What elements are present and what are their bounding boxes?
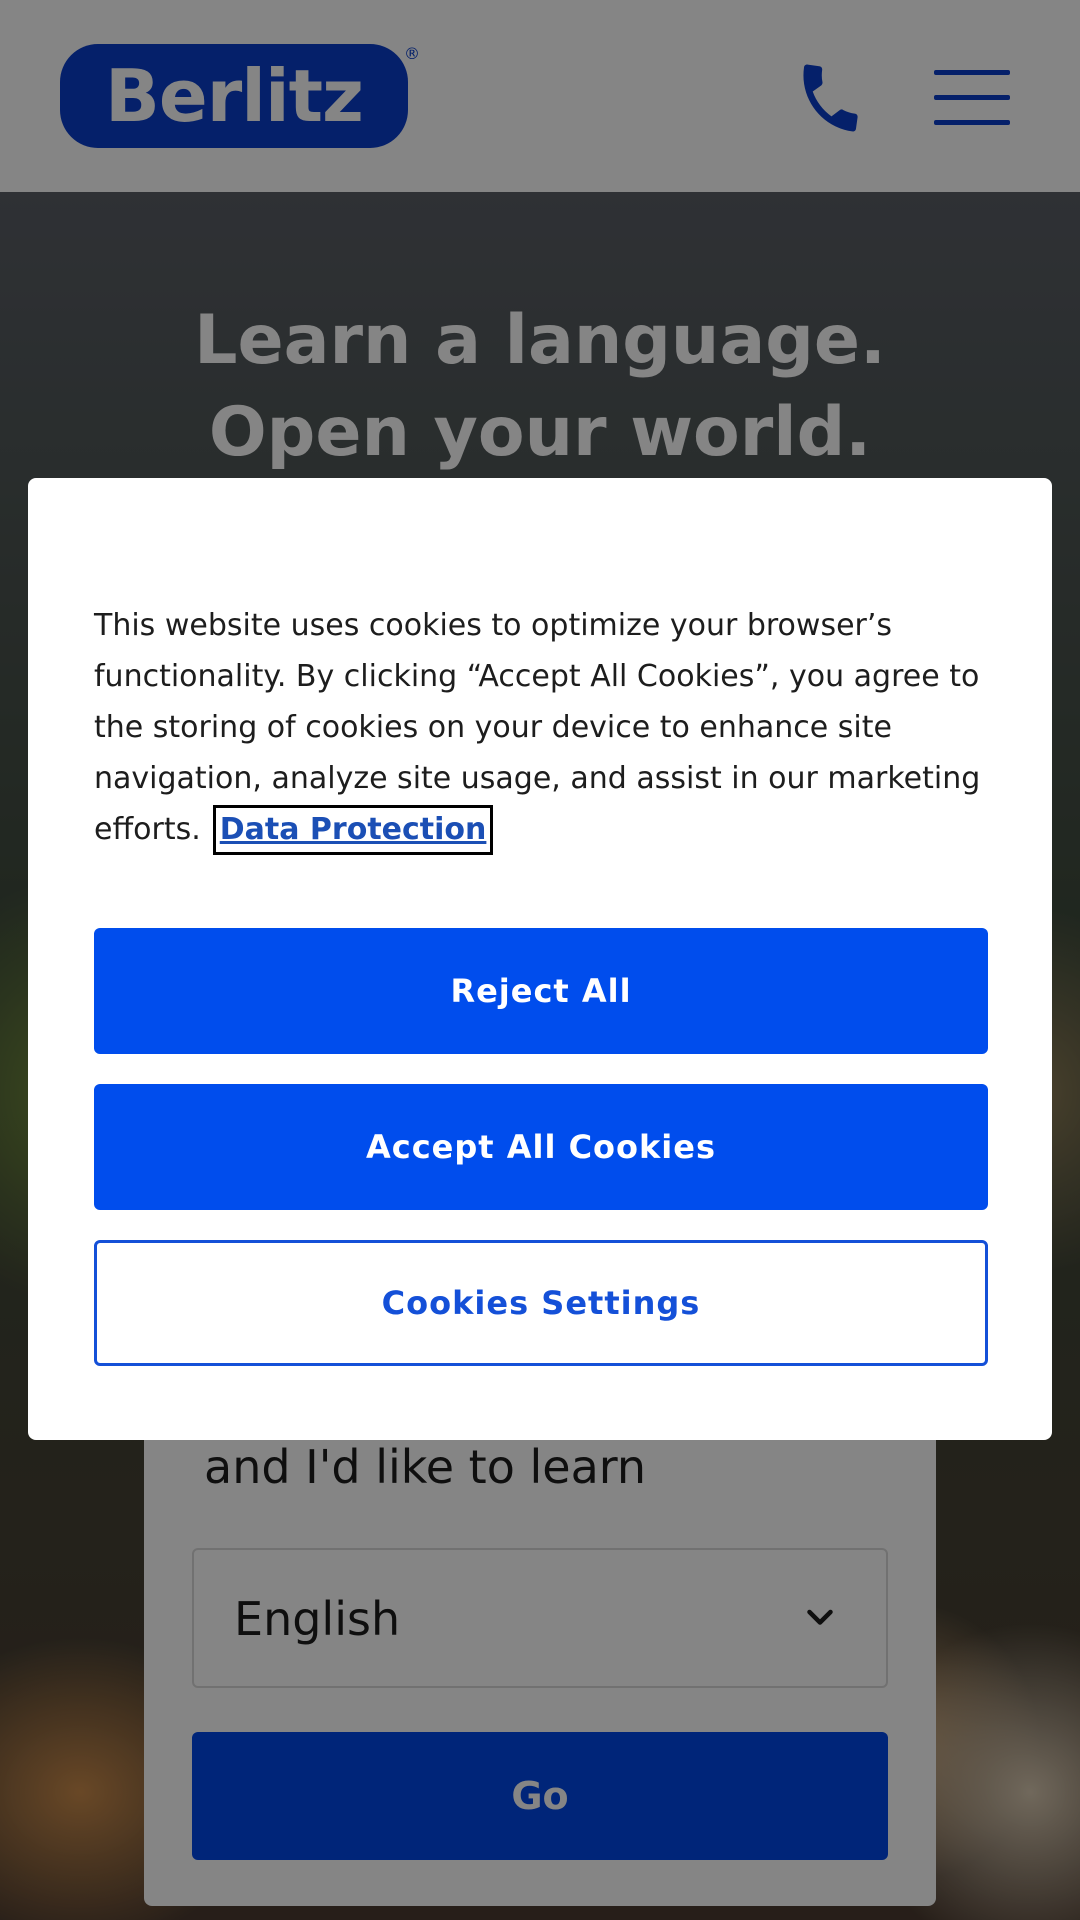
cookie-description: This website uses cookies to optimize yo…: [94, 600, 994, 855]
reject-all-button[interactable]: Reject All: [94, 928, 988, 1054]
accept-all-cookies-button[interactable]: Accept All Cookies: [94, 1084, 988, 1210]
data-protection-link[interactable]: Data Protection: [212, 805, 494, 855]
cookies-settings-button[interactable]: Cookies Settings: [94, 1240, 988, 1366]
cookie-consent-dialog: This website uses cookies to optimize yo…: [28, 478, 1052, 1440]
